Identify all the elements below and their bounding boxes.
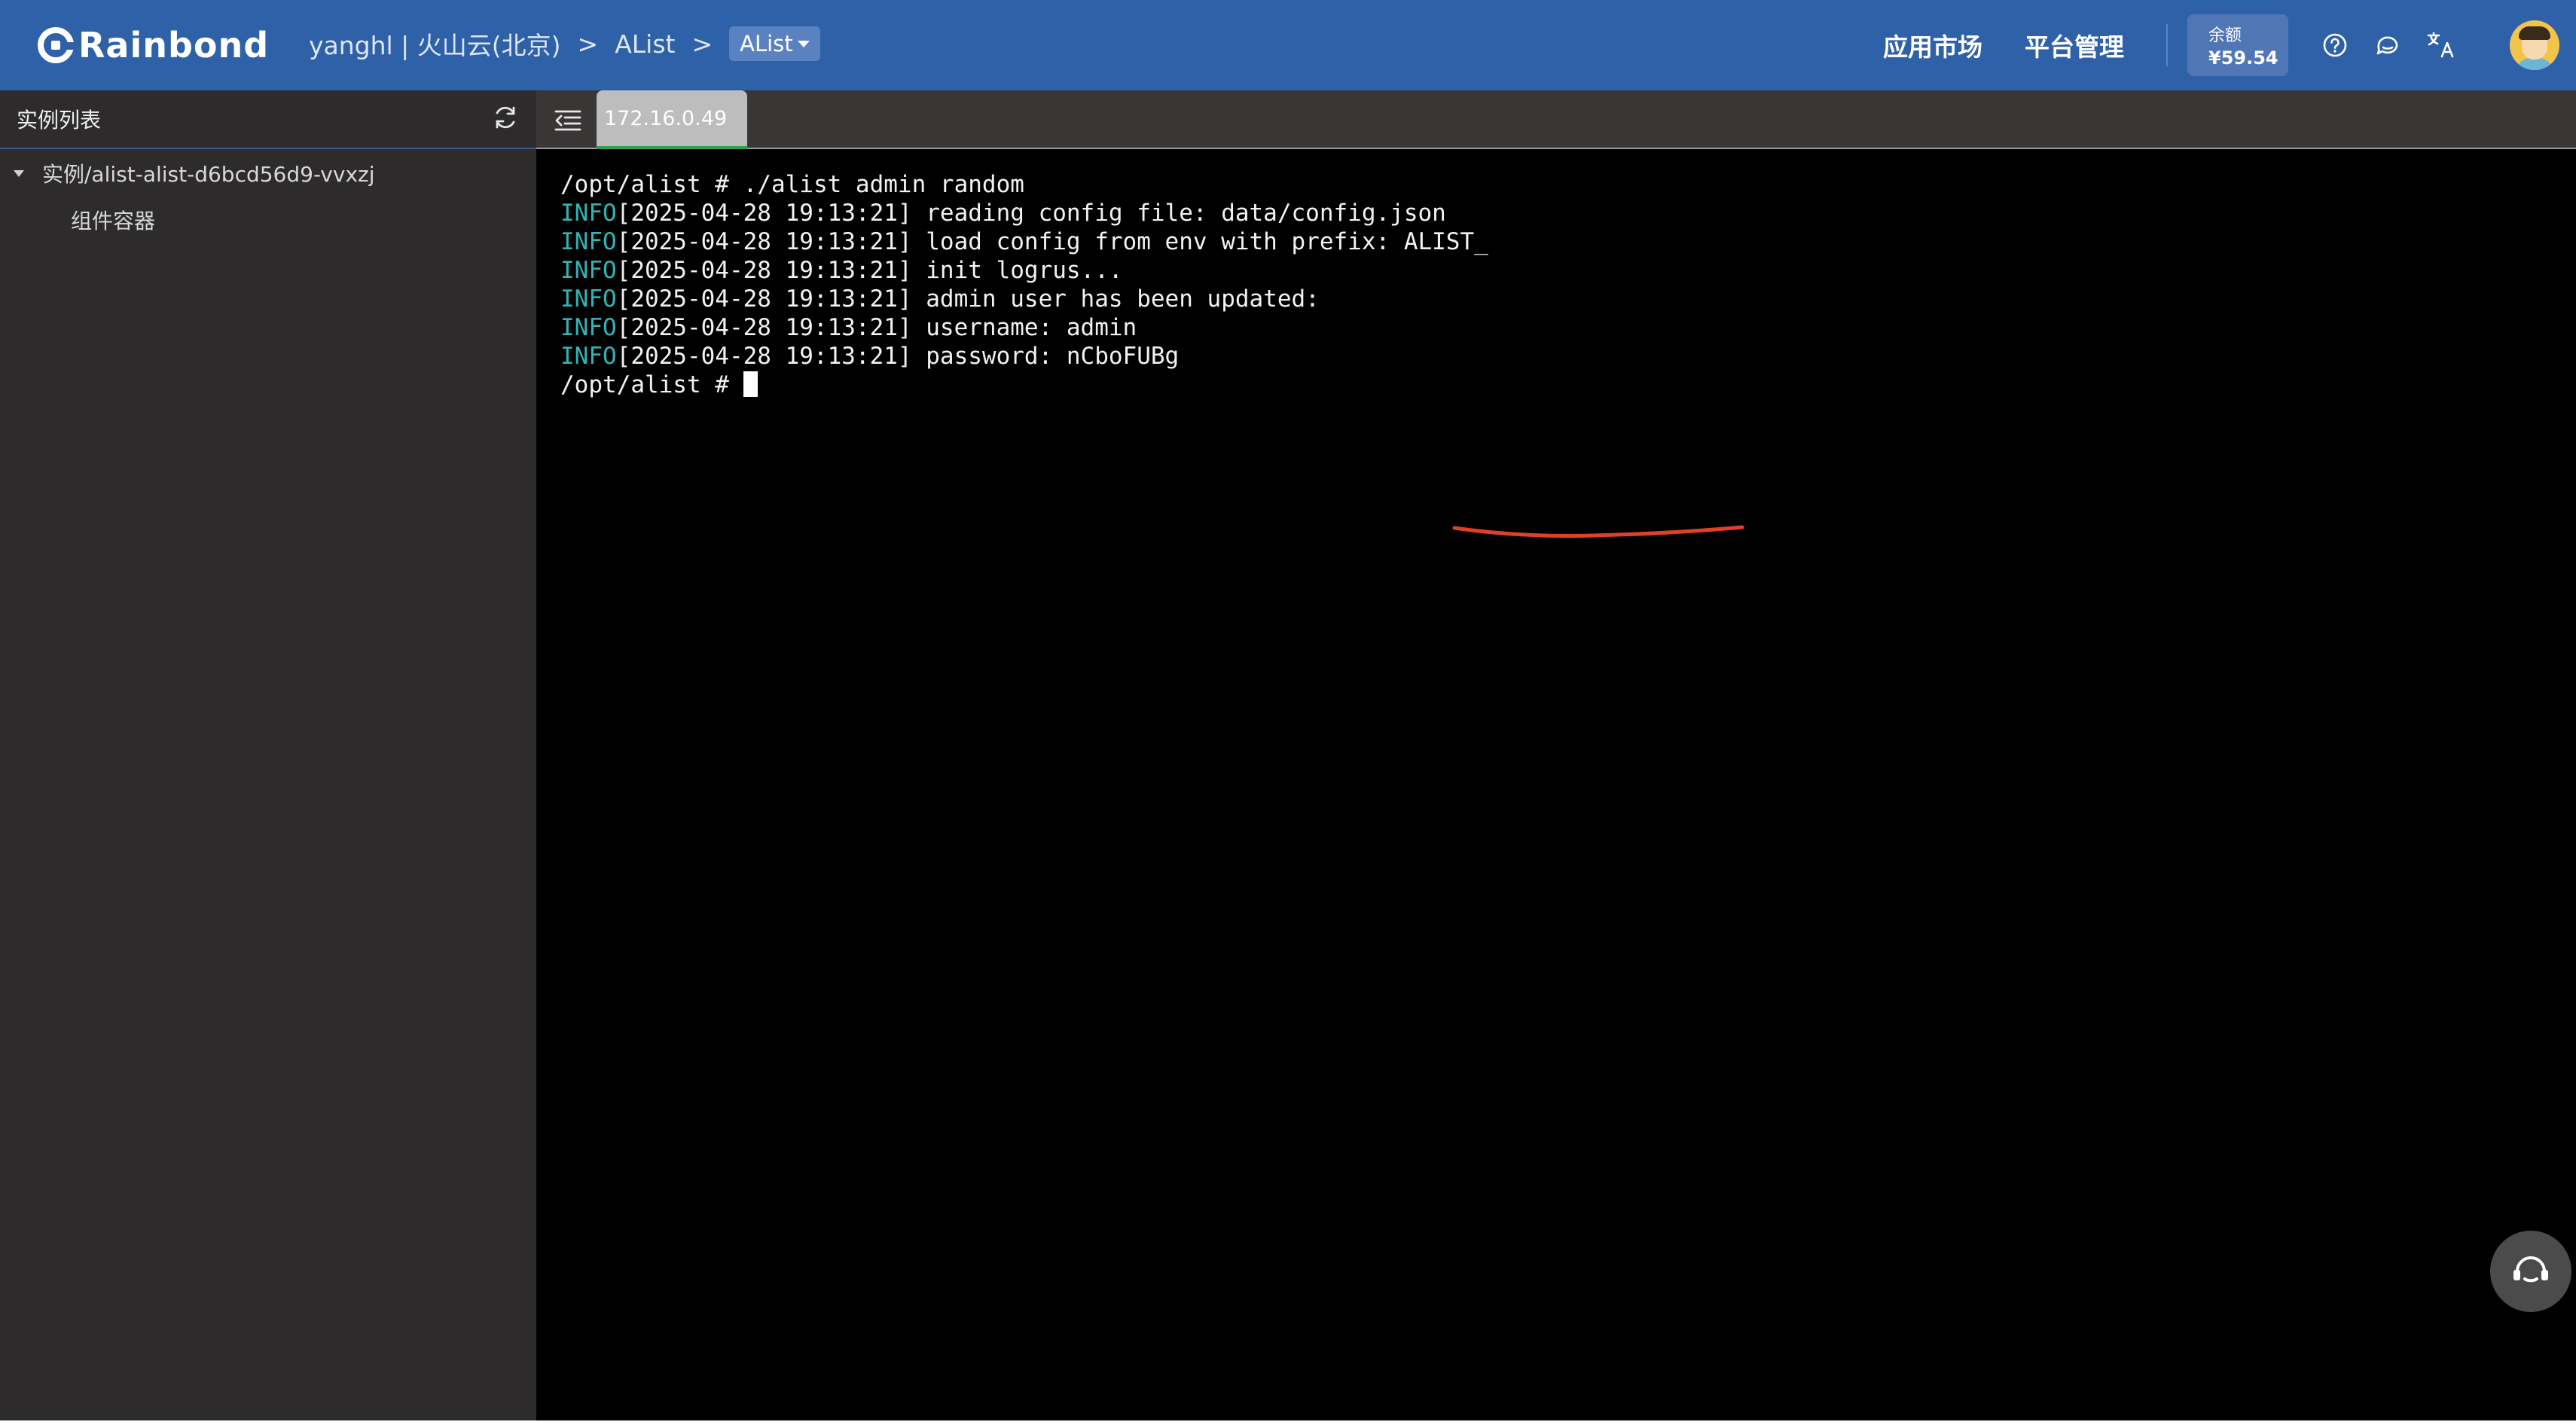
container-tree-item[interactable]: 组件容器: [0, 197, 536, 243]
rainbond-logo-icon: [38, 27, 74, 63]
component-dropdown-label: AList: [740, 31, 793, 56]
bottom-edge: [0, 1420, 2576, 1428]
component-dropdown[interactable]: AList: [729, 26, 820, 61]
top-header: Rainbond yanghl | 火山云(北京) > AList > ALis…: [0, 0, 2576, 90]
header-divider: [2166, 24, 2168, 66]
chevron-down-icon: [797, 40, 810, 47]
terminal-line: INFO[2025-04-28 19:13:21] init logrus...: [560, 256, 1488, 285]
log-level: INFO: [560, 285, 617, 313]
terminal-line: INFO[2025-04-28 19:13:21] load config fr…: [560, 227, 1488, 256]
breadcrumb-separator: >: [577, 29, 599, 59]
terminal-output: /opt/alist # ./alist admin random INFO[20…: [560, 170, 1488, 399]
log-level: INFO: [560, 343, 617, 370]
menu-toggle-icon[interactable]: [553, 105, 583, 136]
support-float-button[interactable]: [2490, 1231, 2571, 1312]
sidebar-header: 实例列表: [0, 90, 536, 149]
log-text: /opt/alist # ./alist admin random: [560, 171, 1024, 198]
instance-name: 实例/alist-alist-d6bcd56d9-vvxzj: [42, 162, 375, 187]
log-text: [2025-04-28 19:13:21] password: nCboFUBg: [616, 343, 1180, 370]
caret-down-icon[interactable]: [14, 169, 24, 177]
terminal-line: INFO[2025-04-28 19:13:21] password: nCbo…: [560, 342, 1488, 371]
brand-name: Rainbond: [78, 25, 270, 66]
breadcrumb: yanghl | 火山云(北京) > AList > AList: [309, 21, 820, 66]
log-text: [2025-04-28 19:13:21] admin user has bee…: [616, 285, 1320, 313]
terminal-cursor: [743, 371, 758, 397]
user-avatar[interactable]: [2510, 20, 2559, 70]
password-underline-annotation: [1452, 525, 1744, 538]
log-level: INFO: [560, 257, 617, 284]
terminal-line: INFO[2025-04-28 19:13:21] reading config…: [560, 199, 1488, 227]
container-label: 组件容器: [71, 209, 156, 233]
breadcrumb-separator: >: [691, 29, 713, 59]
message-icon[interactable]: [2371, 29, 2404, 62]
log-level: INFO: [560, 200, 617, 227]
terminal-prompt-line[interactable]: /opt/alist #: [560, 371, 1488, 399]
translate-icon[interactable]: [2424, 29, 2457, 62]
refresh-icon[interactable]: [491, 103, 520, 135]
balance-badge[interactable]: 余额 ¥59.54: [2187, 14, 2288, 76]
app-market-link[interactable]: 应用市场: [1883, 27, 1982, 63]
balance-value: ¥59.54: [2208, 47, 2278, 69]
log-text: [2025-04-28 19:13:21] load config from e…: [616, 228, 1488, 255]
shell-prompt: /opt/alist #: [560, 371, 743, 398]
instance-tree-node[interactable]: 实例/alist-alist-d6bcd56d9-vvxzj: [0, 149, 536, 197]
rainbond-logo[interactable]: Rainbond: [38, 23, 269, 68]
instance-sidebar: 实例列表 实例/alist-alist-d6bcd56d9-vvxzj 组件容器: [0, 90, 536, 1420]
log-text: [2025-04-28 19:13:21] username: admin: [616, 314, 1137, 341]
terminal-line: INFO[2025-04-28 19:13:21] admin user has…: [560, 285, 1488, 313]
terminal-line: /opt/alist # ./alist admin random: [560, 170, 1488, 199]
tab-label: 172.16.0.49: [604, 106, 728, 130]
log-level: INFO: [560, 228, 617, 255]
help-icon[interactable]: [2318, 29, 2352, 62]
terminal-panel[interactable]: /opt/alist # ./alist admin random INFO[20…: [536, 149, 2576, 1420]
header-right-nav: 应用市场 平台管理 余额 ¥59.54: [1883, 0, 2559, 90]
log-text: [2025-04-28 19:13:21] reading config fil…: [616, 200, 1446, 227]
log-level: INFO: [560, 314, 617, 341]
tab-terminal-session[interactable]: 172.16.0.49: [597, 90, 747, 149]
breadcrumb-team-region[interactable]: yanghl | 火山云(北京): [309, 26, 561, 62]
log-text: [2025-04-28 19:13:21] init logrus...: [616, 257, 1123, 284]
sidebar-title: 实例列表: [17, 108, 102, 133]
terminal-line: INFO[2025-04-28 19:13:21] username: admi…: [560, 313, 1488, 342]
terminal-tab-bar: 172.16.0.49: [536, 90, 2576, 149]
breadcrumb-app[interactable]: AList: [615, 29, 675, 59]
platform-admin-link[interactable]: 平台管理: [2025, 27, 2124, 63]
headset-icon: [2507, 1246, 2555, 1297]
balance-label: 余额: [2208, 26, 2242, 45]
